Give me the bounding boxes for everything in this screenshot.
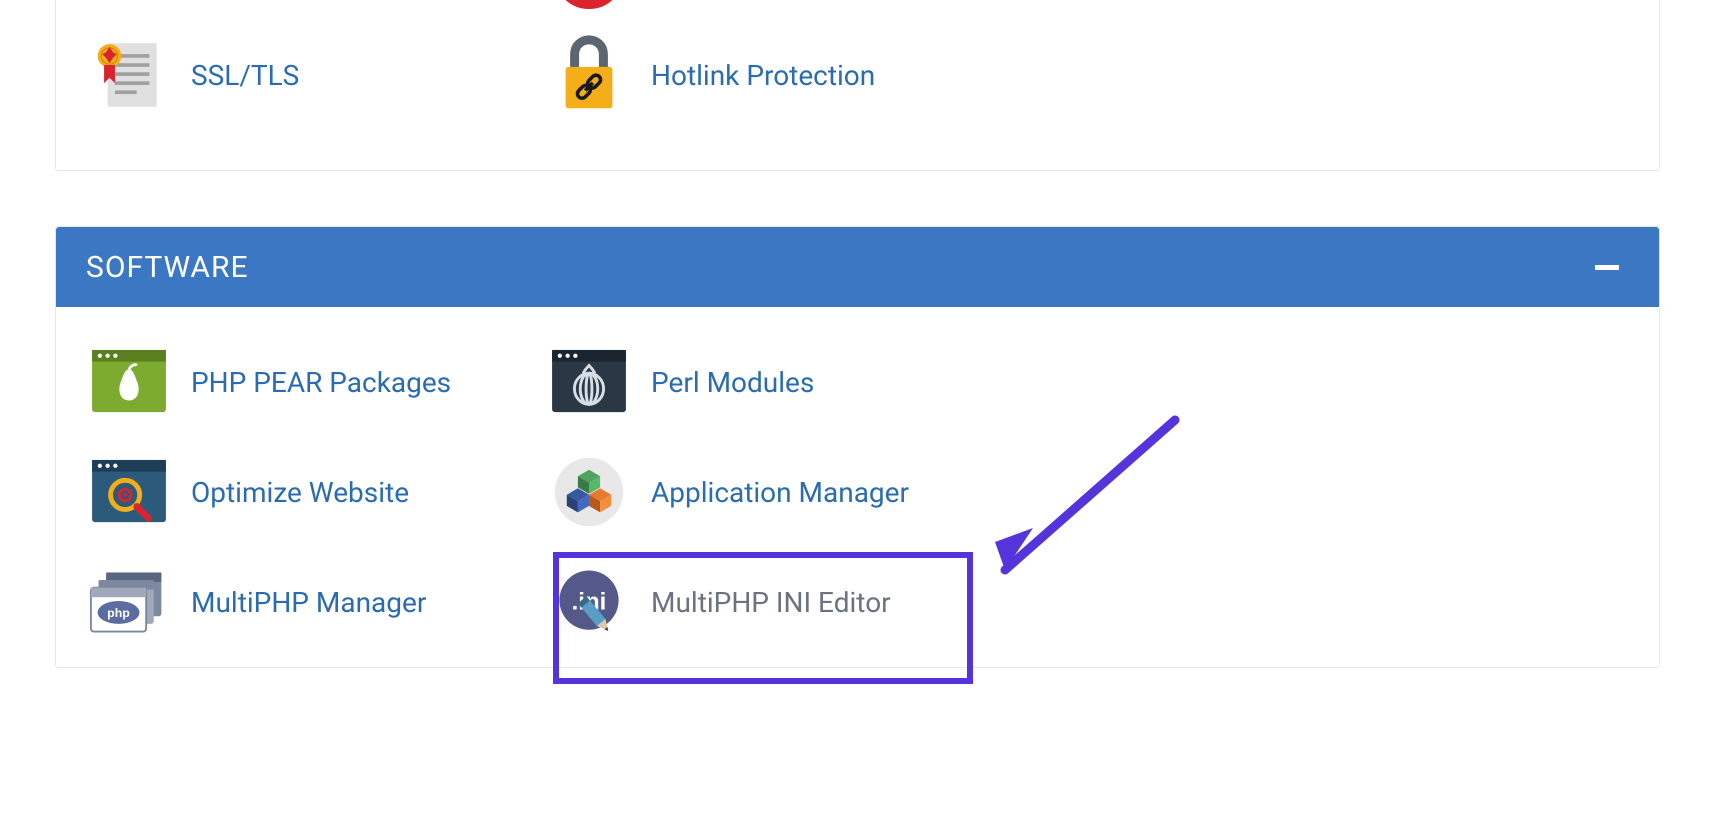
security-item-partial-2[interactable]	[546, 0, 1006, 10]
php-stack-icon: php	[86, 566, 171, 638]
cube-cluster-icon	[546, 456, 631, 528]
laptop-icon	[86, 0, 171, 10]
application-manager-item[interactable]: Application Manager	[546, 437, 1006, 547]
onion-window-icon	[546, 346, 631, 418]
magnify-gear-window-icon	[86, 456, 171, 528]
no-entry-icon	[546, 0, 631, 10]
multiphp-ini-editor-label: MultiPHP INI Editor	[651, 586, 891, 619]
ssl-tls-item[interactable]: SSL/TLS	[86, 20, 546, 130]
multiphp-manager-label: MultiPHP Manager	[191, 586, 426, 619]
multiphp-ini-editor-item[interactable]: .ini MultiPHP INI Editor	[546, 547, 1006, 657]
security-panel: SSL/TLS Hotlink Protection	[55, 0, 1660, 171]
multiphp-manager-item[interactable]: php MultiPHP Manager	[86, 547, 546, 657]
software-section-header[interactable]: SOFTWARE	[56, 227, 1659, 307]
perl-modules-item[interactable]: Perl Modules	[546, 327, 1006, 437]
certificate-icon	[86, 39, 171, 111]
optimize-website-label: Optimize Website	[191, 476, 409, 509]
security-item-partial-1[interactable]	[86, 0, 546, 10]
application-manager-label: Application Manager	[651, 476, 909, 509]
hotlink-protection-item[interactable]: Hotlink Protection	[546, 20, 1006, 130]
php-pear-packages-label: PHP PEAR Packages	[191, 366, 451, 399]
ssl-tls-label: SSL/TLS	[191, 59, 299, 92]
svg-text:php: php	[107, 606, 130, 620]
software-panel: SOFTWARE PHP PEAR Packages	[55, 226, 1660, 668]
perl-modules-label: Perl Modules	[651, 366, 814, 399]
ini-pencil-icon: .ini	[546, 566, 631, 638]
lock-link-icon	[546, 39, 631, 111]
pear-window-icon	[86, 346, 171, 418]
optimize-website-item[interactable]: Optimize Website	[86, 437, 546, 547]
php-pear-packages-item[interactable]: PHP PEAR Packages	[86, 327, 546, 437]
software-header-title: SOFTWARE	[86, 250, 249, 285]
hotlink-protection-label: Hotlink Protection	[651, 59, 875, 92]
collapse-minus-icon	[1595, 265, 1619, 270]
